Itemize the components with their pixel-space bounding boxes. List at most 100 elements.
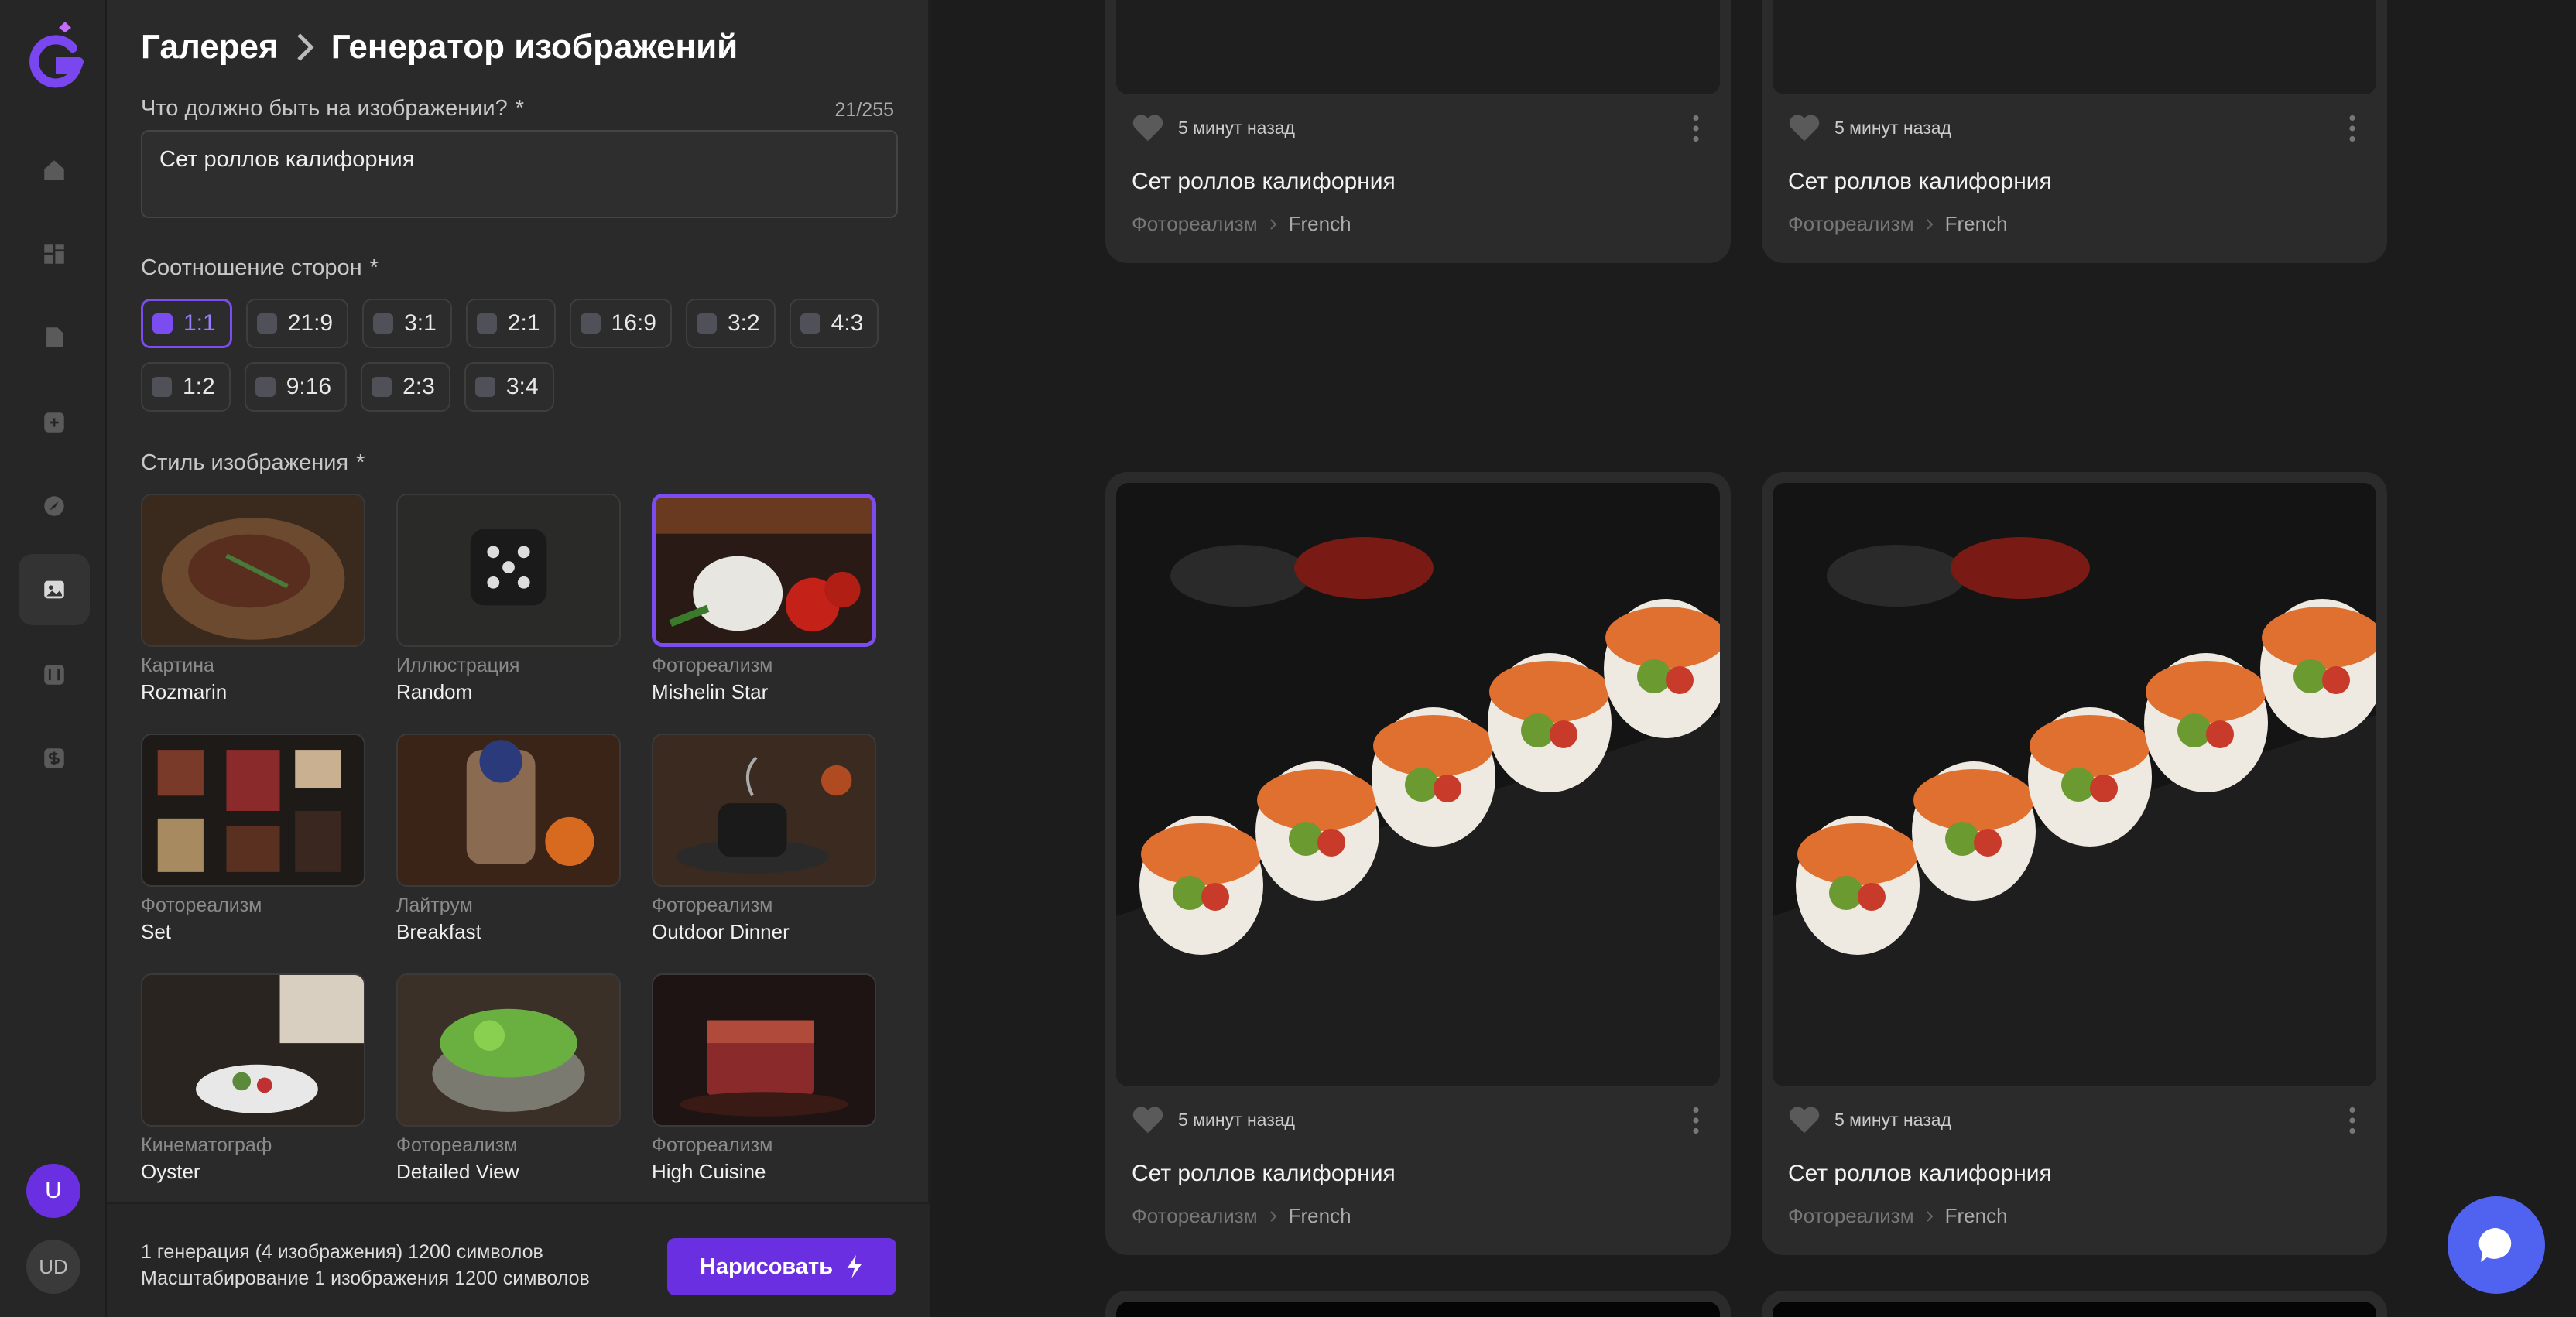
heart-icon[interactable] [1788, 1105, 1821, 1134]
compass-icon [44, 496, 64, 516]
ratio-shape-icon [255, 377, 276, 397]
nav-billing[interactable] [19, 723, 90, 794]
generated-image[interactable] [1773, 483, 2376, 1086]
card-tag-sub[interactable]: French [1289, 1204, 1351, 1228]
style-thumbnail [652, 973, 876, 1127]
gallery-card[interactable]: 5 минут назад Сет роллов калифорния Фоторе… [1105, 0, 1731, 263]
aspect-ratio-option[interactable]: 2:3 [361, 362, 450, 412]
gallery-card[interactable]: 5 минут назад Сет роллов калифорния Фоторе… [1762, 0, 2387, 263]
card-meta: 5 минут назад [1788, 1105, 1951, 1134]
prompt-label: Что должно быть на изображении? * [141, 96, 525, 121]
style-thumbnail [652, 734, 876, 887]
aspect-ratio-option-label: 21:9 [287, 310, 334, 336]
card-tag-style[interactable]: Фотореализм [1132, 1204, 1258, 1228]
aspect-ratio-label: Соотношение сторон * [141, 255, 379, 280]
style-category: Лайтрум [396, 895, 473, 916]
nav-documents[interactable] [19, 302, 90, 373]
ratio-shape-icon [152, 313, 173, 334]
nav-home[interactable] [19, 135, 90, 206]
nav-dashboard[interactable] [19, 218, 90, 289]
more-options-icon[interactable] [1692, 1107, 1700, 1134]
aspect-ratio-option[interactable]: 3:4 [464, 362, 554, 412]
card-tag-style[interactable]: Фотореализм [1788, 212, 1914, 236]
breadcrumb-gallery-link[interactable]: Галерея [141, 28, 279, 67]
heart-icon[interactable] [1132, 113, 1164, 142]
card-tags: Фотореализм French [1132, 1204, 1351, 1228]
gallery-card[interactable] [1105, 1291, 1731, 1317]
gallery-card[interactable]: 5 минут назад Сет роллов калифорния Фоторе… [1762, 472, 2387, 1255]
heart-icon[interactable] [1788, 113, 1821, 142]
aspect-ratio-options: 1:1 21:9 3:1 2:1 16:9 3:2 4:3 1:2 9:16 2:3 3:4 [141, 299, 915, 412]
chat-support-button[interactable] [2448, 1196, 2545, 1294]
card-title: Сет роллов калифорния [1788, 169, 2052, 194]
card-tag-style[interactable]: Фотореализм [1788, 1204, 1914, 1228]
more-options-icon[interactable] [2348, 115, 2356, 142]
nav-image-generator[interactable] [19, 554, 90, 625]
style-name: Oyster [141, 1160, 200, 1183]
aspect-ratio-option[interactable]: 16:9 [569, 299, 672, 348]
chevron-right-icon [1269, 218, 1277, 230]
nav-tools[interactable] [19, 639, 90, 710]
sliders-icon [44, 665, 64, 685]
style-option[interactable]: Иллюстрация Random [396, 494, 621, 704]
aspect-ratio-option-label: 4:3 [831, 310, 864, 336]
aspect-ratio-option-label: 3:2 [727, 310, 760, 336]
style-name: Breakfast [396, 920, 481, 943]
generated-image[interactable] [1116, 0, 1720, 94]
image-icon [44, 580, 64, 599]
generated-image[interactable] [1116, 1302, 1720, 1317]
chevron-right-icon [296, 33, 314, 61]
generated-image[interactable] [1773, 0, 2376, 94]
style-option[interactable]: Кинематограф Oyster [141, 973, 365, 1184]
generated-image[interactable] [1116, 483, 1720, 1086]
chevron-right-icon [1269, 1210, 1277, 1222]
more-options-icon[interactable] [1692, 115, 1700, 142]
chat-bubble-icon [2478, 1227, 2512, 1262]
aspect-ratio-option-label: 9:16 [286, 374, 332, 399]
heart-icon[interactable] [1132, 1105, 1164, 1134]
style-option[interactable]: Картина Rozmarin [141, 494, 365, 704]
style-option[interactable]: Фотореализм Set [141, 734, 365, 944]
generated-image[interactable] [1773, 1302, 2376, 1317]
style-name: High Cuisine [652, 1160, 766, 1183]
aspect-ratio-option[interactable]: 9:16 [244, 362, 348, 412]
card-tag-sub[interactable]: French [1289, 212, 1351, 236]
nav-explore[interactable] [19, 470, 90, 542]
app-logo-icon[interactable] [25, 17, 90, 91]
style-option[interactable]: Фотореализм Detailed View [396, 973, 621, 1184]
aspect-ratio-option[interactable]: 21:9 [245, 299, 349, 348]
draw-button[interactable]: Нарисовать [667, 1238, 896, 1295]
aspect-ratio-option[interactable]: 2:1 [465, 299, 556, 348]
breadcrumb: Галерея Генератор изображений [141, 28, 738, 67]
card-meta: 5 минут назад [1132, 113, 1295, 142]
card-tag-sub[interactable]: French [1945, 212, 2008, 236]
aspect-ratio-option[interactable]: 1:2 [141, 362, 231, 412]
card-title: Сет роллов калифорния [1788, 1161, 2052, 1186]
user-avatar[interactable]: U [26, 1164, 80, 1218]
style-category: Иллюстрация [396, 655, 520, 676]
style-option[interactable]: Фотореализм High Cuisine [652, 973, 876, 1184]
lightning-icon [847, 1255, 862, 1278]
aspect-ratio-option[interactable]: 3:2 [685, 299, 776, 348]
card-tag-sub[interactable]: French [1945, 1204, 2008, 1228]
style-grid: Картина Rozmarin Иллюстрация Random Фотореал… [141, 494, 915, 1206]
aspect-ratio-option-label: 2:1 [507, 310, 540, 336]
style-option[interactable]: Фотореализм Mishelin Star [652, 494, 876, 704]
more-options-icon[interactable] [2348, 1107, 2356, 1134]
card-tag-style[interactable]: Фотореализм [1132, 212, 1258, 236]
user-initials-avatar[interactable]: UD [26, 1240, 80, 1294]
generator-footer: 1 генерация (4 изображения) 1200 символо… [107, 1202, 930, 1317]
style-option[interactable]: Фотореализм Outdoor Dinner [652, 734, 876, 944]
prompt-textarea[interactable]: Сет роллов калифорния [141, 130, 898, 218]
style-category: Кинематограф [141, 1134, 272, 1156]
gallery-card[interactable]: 5 минут назад Сет роллов калифорния Фоторе… [1105, 472, 1731, 1255]
gallery-card[interactable] [1762, 1291, 2387, 1317]
style-option[interactable]: Лайтрум Breakfast [396, 734, 621, 944]
aspect-ratio-option[interactable]: 3:1 [362, 299, 452, 348]
aspect-ratio-option[interactable]: 4:3 [789, 299, 879, 348]
nav-create[interactable] [19, 387, 90, 458]
aspect-ratio-option-label: 3:1 [404, 310, 437, 336]
aspect-ratio-option[interactable]: 1:1 [141, 299, 232, 348]
card-meta: 5 минут назад [1132, 1105, 1295, 1134]
page-title: Генератор изображений [331, 28, 738, 66]
